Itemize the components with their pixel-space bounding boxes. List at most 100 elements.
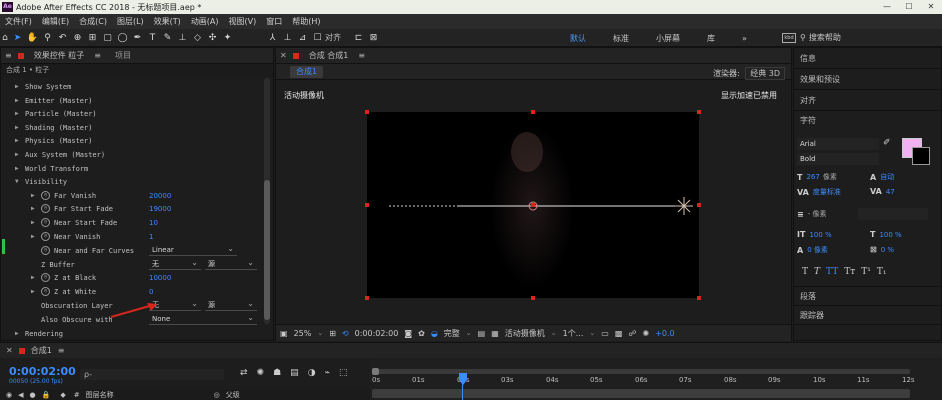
faux-italic-button[interactable]: T	[814, 267, 820, 277]
video-switch-icon[interactable]: ◉	[6, 391, 12, 399]
subscript-button[interactable]: T₁	[877, 267, 887, 277]
work-area-bar[interactable]	[372, 389, 910, 398]
shy-layers-icon[interactable]: ☗	[273, 368, 281, 378]
also-obscure-dropdown[interactable]: None	[149, 312, 257, 325]
comp-mini-flowchart-icon[interactable]: ⇄	[240, 368, 248, 378]
solo-switch-icon[interactable]: ●	[30, 391, 36, 399]
close-timeline-icon[interactable]: ✕	[6, 346, 13, 355]
prop-far-vanish[interactable]: ▶ ◷ Far Vanish	[31, 189, 96, 202]
layer-handle[interactable]	[697, 203, 701, 207]
current-time-display[interactable]: 0:00:02:00	[355, 329, 399, 338]
tsume-row[interactable]: ⊠ 0 %	[870, 245, 894, 254]
font-style-dropdown[interactable]: Bold	[797, 153, 879, 165]
group-physics[interactable]: ▶ Physics (Master)	[15, 134, 92, 147]
help-search-input[interactable]: 搜索帮助	[809, 32, 841, 43]
collapse-triangle-icon[interactable]: ▼	[15, 178, 25, 185]
superscript-button[interactable]: T¹	[861, 267, 871, 277]
prop-z-at-white[interactable]: ▶ ◷ Z at White	[31, 285, 96, 298]
snapping-checkbox[interactable]: ☐	[310, 31, 325, 45]
info-panel-header[interactable]: 信息	[800, 53, 816, 64]
z-buffer-layer-dropdown[interactable]: 无	[149, 257, 201, 270]
group-shading[interactable]: ▶ Shading (Master)	[15, 121, 92, 134]
layer-handle[interactable]	[365, 203, 369, 207]
workspace-standard[interactable]: 标准	[613, 33, 629, 44]
exposure-value[interactable]: +0.0	[655, 329, 674, 338]
expand-triangle-icon[interactable]: ▶	[15, 151, 25, 158]
fast-previews-icon[interactable]: ▤	[478, 329, 486, 338]
camera-tool-icon[interactable]: ⊕	[70, 31, 85, 45]
prop-near-vanish[interactable]: ▶ ◷ Near Vanish	[31, 230, 100, 243]
minimize-button[interactable]: —	[876, 0, 898, 14]
frame-blending-icon[interactable]: ▤	[290, 368, 299, 378]
always-preview-icon[interactable]: ▣	[280, 329, 288, 338]
workspace-small-screen[interactable]: 小屏幕	[656, 33, 680, 44]
stopwatch-icon[interactable]: ◷	[41, 273, 50, 282]
tab-timeline-comp1[interactable]: 合成1	[31, 345, 52, 356]
near-vanish-value[interactable]: 1	[149, 233, 153, 241]
stroke-color-swatch[interactable]	[912, 147, 930, 165]
font-size-row[interactable]: T 267 像素	[797, 172, 837, 182]
ellipse-tool-icon[interactable]: ◯	[115, 31, 130, 45]
layer-handle[interactable]	[531, 110, 535, 114]
baseline-shift-row[interactable]: A0 像素	[797, 245, 828, 255]
playhead-icon[interactable]	[459, 373, 467, 385]
composition-viewer[interactable]	[365, 110, 701, 300]
selection-tool-icon[interactable]: ➤	[10, 31, 25, 45]
toggle-pixel-aspect-icon[interactable]: ▭	[601, 329, 609, 338]
menu-window[interactable]: 窗口	[261, 16, 287, 27]
font-family-dropdown[interactable]: Arial	[797, 138, 879, 150]
stopwatch-icon[interactable]: ◷	[41, 246, 50, 255]
renderer-selector[interactable]: 渲染器: 经典 3D	[713, 67, 785, 80]
stopwatch-icon[interactable]: ◷	[41, 204, 50, 213]
type-tool-icon[interactable]: T	[145, 31, 160, 45]
near-far-curves-dropdown[interactable]: Linear	[149, 243, 237, 256]
home-icon[interactable]: ⌂	[0, 31, 10, 45]
workspace-default[interactable]: 默认	[570, 33, 586, 44]
local-axis-icon[interactable]: ⅄	[265, 31, 280, 45]
group-visibility[interactable]: ▼ Visibility	[15, 175, 67, 188]
expand-triangle-icon[interactable]: ▶	[15, 165, 25, 172]
z-buffer-source-dropdown[interactable]: 源	[205, 257, 257, 270]
menu-animation[interactable]: 动画(A)	[186, 16, 224, 27]
menu-layer[interactable]: 图层(L)	[112, 16, 149, 27]
time-navigator[interactable]	[372, 368, 910, 375]
magnification-chevron-icon[interactable]: ⌄	[317, 329, 323, 337]
effect-controls-scrollbar[interactable]	[264, 78, 270, 324]
workspace-more-icon[interactable]: »	[742, 34, 747, 43]
stroke-width-row[interactable]: ≡ - 像素	[797, 209, 826, 219]
lock-switch-icon[interactable]: 🔒	[42, 391, 51, 399]
eyedropper-icon[interactable]: ✐	[883, 138, 891, 148]
maximize-button[interactable]: ☐	[898, 0, 920, 14]
menu-edit[interactable]: 编辑(E)	[37, 16, 74, 27]
kerning-row[interactable]: VA 度量标准	[797, 187, 841, 197]
expand-triangle-icon[interactable]: ▶	[31, 219, 41, 226]
world-axis-icon[interactable]: ⊥	[280, 31, 295, 45]
all-caps-button[interactable]: TT	[826, 267, 838, 277]
menu-view[interactable]: 视图(V)	[224, 16, 262, 27]
stopwatch-icon[interactable]: ◷	[41, 287, 50, 296]
snap-edges-icon[interactable]: ⊏	[351, 31, 366, 45]
magnification-dropdown[interactable]: 25%	[294, 329, 312, 338]
tab-project[interactable]: 项目	[109, 50, 137, 61]
snapshot-icon[interactable]: ◙	[404, 329, 412, 338]
layer-search-input[interactable]: ρ-	[80, 369, 224, 380]
z-at-black-value[interactable]: 10000	[149, 274, 171, 282]
flowchart-icon[interactable]: ☍	[628, 329, 636, 338]
horizontal-scale-row[interactable]: T 100 %	[870, 230, 902, 239]
layer-handle[interactable]	[697, 296, 701, 300]
layer-handle[interactable]	[697, 110, 701, 114]
subtab-comp1[interactable]: 合成1	[290, 65, 324, 78]
stopwatch-icon[interactable]: ◷	[41, 191, 50, 200]
expand-triangle-icon[interactable]: ▶	[15, 83, 25, 90]
obscuration-source-dropdown[interactable]: 源	[205, 298, 257, 311]
layer-handle[interactable]	[531, 296, 535, 300]
shape-tool-icon[interactable]: ▢	[100, 31, 115, 45]
timeline-menu-icon[interactable]: ≡	[58, 346, 65, 355]
align-panel-header[interactable]: 对齐	[800, 95, 816, 106]
expand-triangle-icon[interactable]: ▶	[15, 110, 25, 117]
3d-view-dropdown[interactable]: 活动摄像机	[505, 328, 545, 339]
roto-brush-tool-icon[interactable]: ✣	[205, 31, 220, 45]
prop-far-start-fade[interactable]: ▶ ◷ Far Start Fade	[31, 202, 113, 215]
expand-triangle-icon[interactable]: ▶	[31, 233, 41, 240]
menu-effect[interactable]: 效果(T)	[149, 16, 186, 27]
